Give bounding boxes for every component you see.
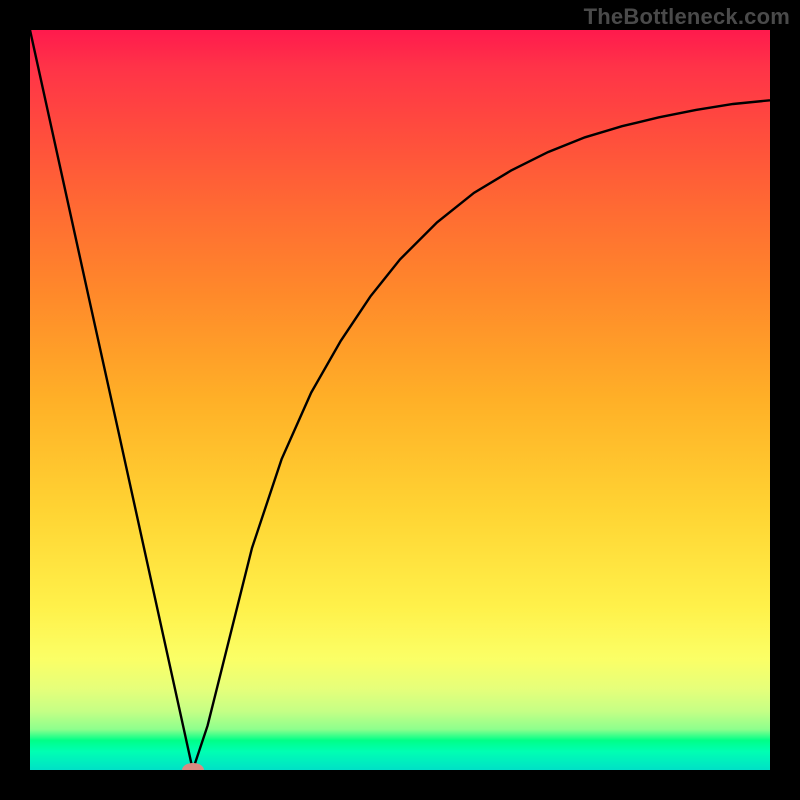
optimum-marker <box>182 763 204 770</box>
curve-path <box>30 30 770 770</box>
chart-frame: TheBottleneck.com <box>0 0 800 800</box>
attribution-text: TheBottleneck.com <box>584 4 790 30</box>
plot-area <box>30 30 770 770</box>
bottleneck-curve <box>30 30 770 770</box>
